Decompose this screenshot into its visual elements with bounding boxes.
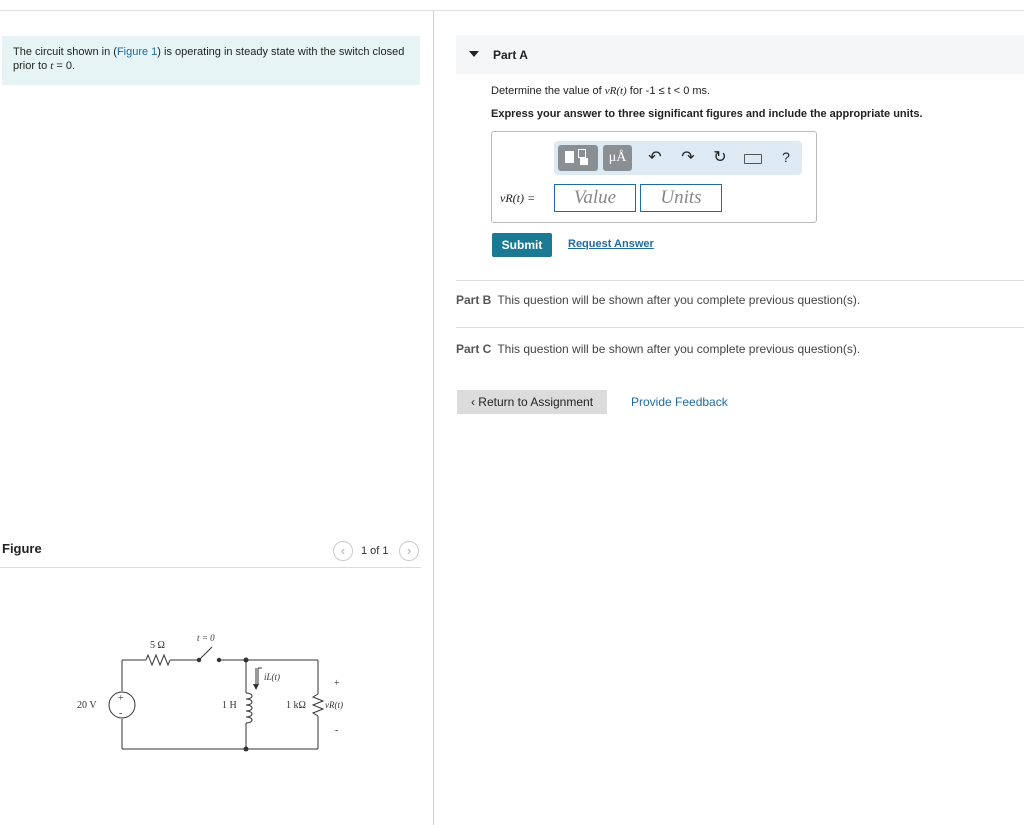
part-b-label: Part B	[456, 293, 492, 307]
switch-blade	[198, 646, 213, 661]
resistor2-label: 1 kΩ	[286, 700, 306, 711]
top-border	[0, 10, 1024, 11]
question-suffix: for -1 ≤ t < 0 ms.	[626, 85, 711, 97]
column-divider	[433, 10, 434, 825]
part-c-label: Part C	[456, 342, 492, 356]
units-input[interactable]: Units	[640, 184, 722, 212]
problem-text-3: = 0.	[53, 60, 76, 72]
part-a-header[interactable]	[456, 35, 1024, 74]
switch-contact	[216, 657, 222, 663]
part-c-divider	[456, 327, 1024, 328]
figure-next-button[interactable]: ›	[399, 541, 419, 561]
template-block-icon	[565, 151, 574, 163]
value-input[interactable]: Value	[554, 184, 636, 212]
figure-prev-button[interactable]: ‹	[333, 541, 353, 561]
source-plus: +	[118, 693, 124, 704]
source-label: 20 V	[77, 700, 97, 711]
request-answer-link[interactable]: Request Answer	[568, 238, 654, 250]
vr-plus: +	[334, 678, 340, 689]
current-arrow-head	[253, 684, 259, 690]
figure-link[interactable]: Figure 1	[117, 46, 157, 58]
inductor-label: 1 H	[222, 700, 237, 711]
provide-feedback-link[interactable]: Provide Feedback	[631, 395, 728, 409]
vr-label: vR(t)	[325, 700, 343, 710]
part-a-title: Part A	[493, 48, 528, 62]
node-bottom	[243, 746, 249, 752]
question-prefix: Determine the value of	[491, 85, 605, 97]
problem-text-1: The circuit shown in (	[13, 46, 117, 58]
collapse-triangle-icon[interactable]	[469, 51, 479, 57]
templates-button[interactable]	[558, 145, 598, 171]
part-c-row: Part C This question will be shown after …	[456, 342, 860, 356]
inductor-coil	[245, 692, 253, 724]
circuit-diagram: + - 20 V 5 Ω t = 0 1 H iL(t) 1 kΩ vR(t) …	[77, 633, 343, 752]
switch-pivot	[196, 657, 202, 663]
units-symbol-button[interactable]: μÅ	[603, 145, 632, 171]
switch-label: t = 0	[197, 633, 215, 643]
part-b-row: Part B This question will be shown after …	[456, 293, 860, 307]
submit-button[interactable]: Submit	[492, 233, 552, 257]
part-a-instructions: Express your answer to three significant…	[491, 108, 923, 120]
undo-icon[interactable]: ↶	[645, 147, 665, 167]
resistor1-label: 5 Ω	[150, 640, 165, 651]
part-b-text: This question will be shown after you co…	[497, 293, 861, 307]
resistor-1kohm	[311, 693, 325, 717]
template-small-icon	[578, 149, 586, 158]
resistor-5ohm	[145, 653, 171, 667]
return-label: Return to Assignment	[478, 395, 594, 409]
question-var: vR(t)	[604, 85, 627, 97]
part-c-text: This question will be shown after you co…	[497, 342, 861, 356]
template-small-block-icon	[580, 158, 588, 165]
source-minus: -	[119, 708, 122, 719]
figure-divider	[0, 567, 421, 568]
node-top	[243, 657, 249, 663]
answer-label: vR(t) =	[500, 191, 536, 205]
keyboard-icon[interactable]	[744, 154, 762, 164]
return-to-assignment-button[interactable]: ‹ Return to Assignment	[457, 390, 607, 414]
part-b-divider	[456, 280, 1024, 281]
part-a-question: Determine the value of vR(t) for -1 ≤ t …	[491, 85, 710, 97]
reset-icon[interactable]: ↻	[710, 147, 730, 167]
problem-statement: The circuit shown in (Figure 1) is opera…	[13, 45, 413, 73]
inductor-current-label: iL(t)	[264, 672, 280, 682]
figure-counter: 1 of 1	[361, 545, 389, 557]
redo-icon[interactable]: ↷	[678, 147, 698, 167]
help-button[interactable]: ?	[776, 149, 796, 165]
vr-minus: -	[335, 725, 338, 736]
figure-heading: Figure	[2, 541, 42, 556]
